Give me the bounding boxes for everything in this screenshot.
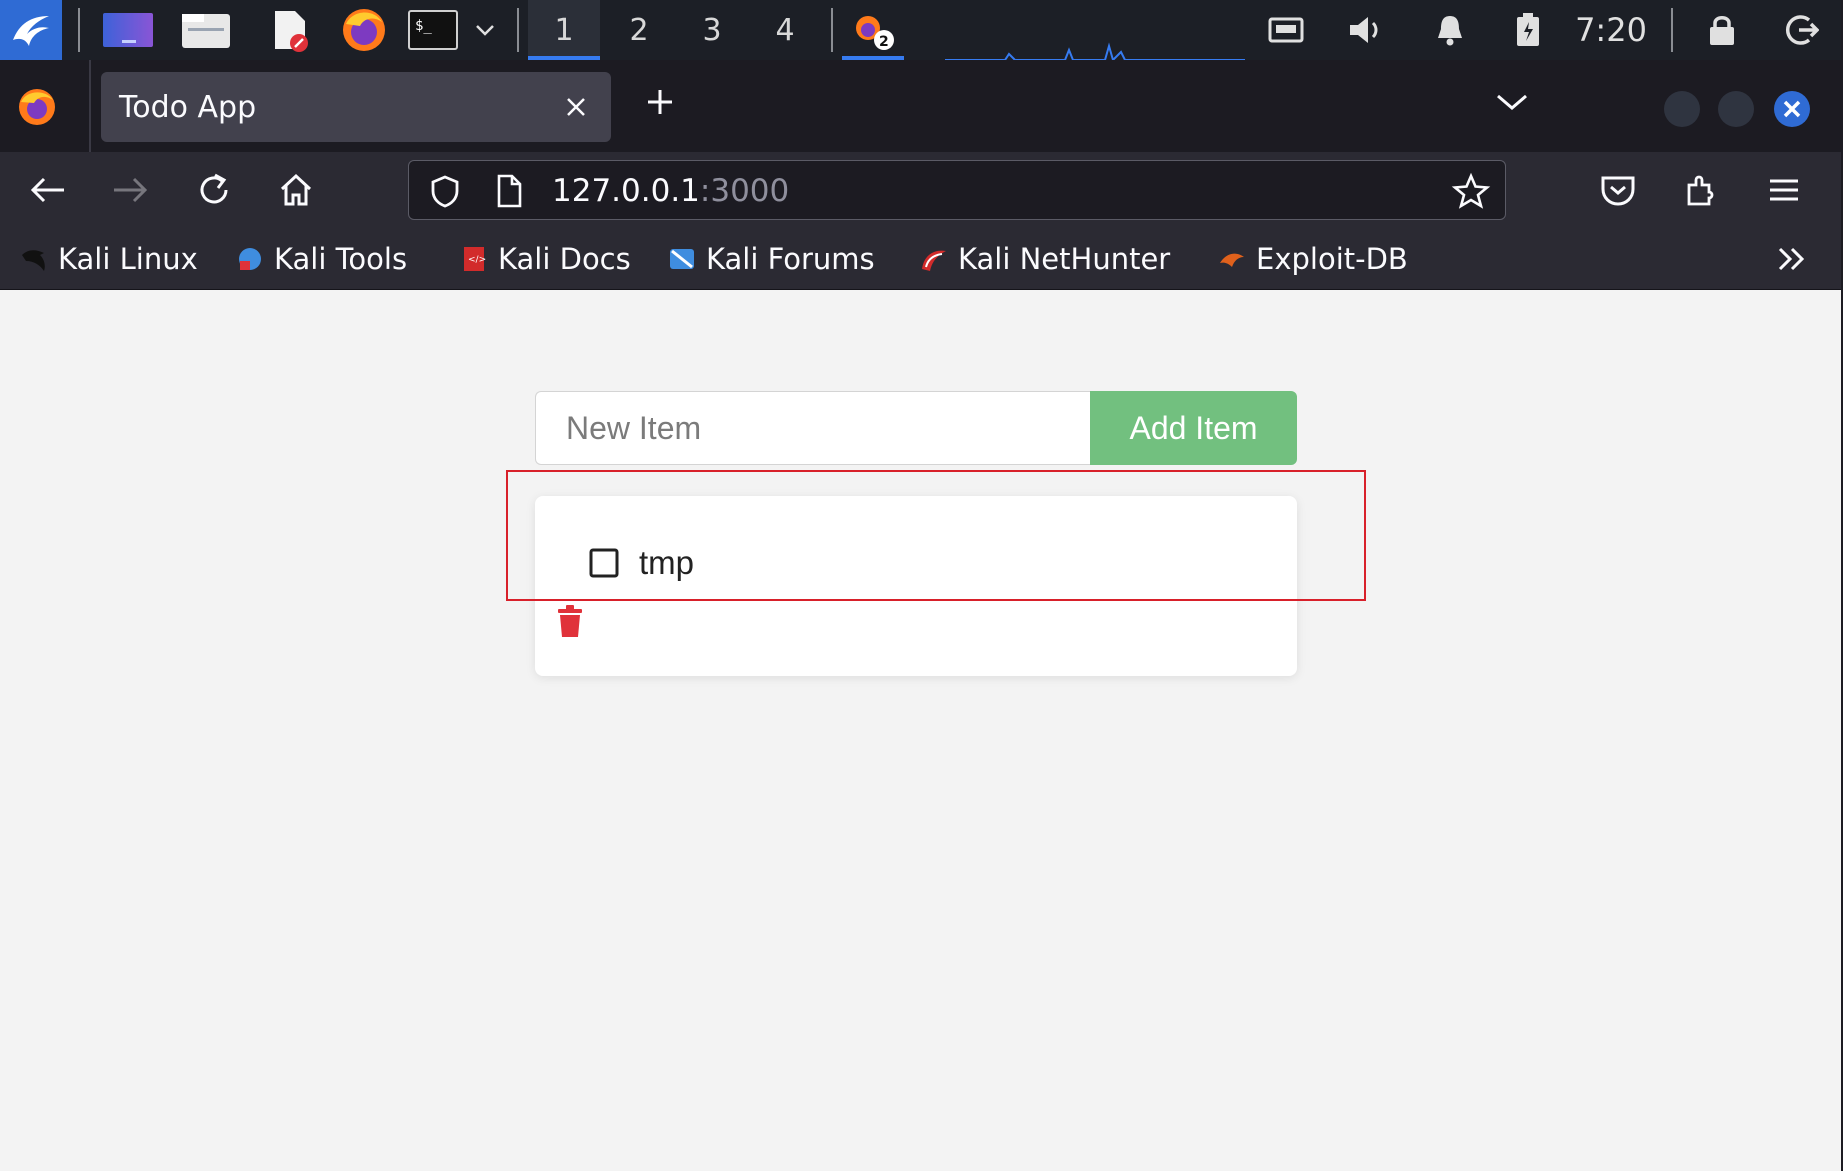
kali-tools-icon [239,248,261,270]
checkbox-unchecked-icon[interactable] [589,548,619,578]
tab-title: Todo App [119,89,257,125]
kali-dragon-icon [22,250,45,271]
bookmark-exploit-db[interactable]: Exploit-DB [1218,228,1408,290]
kali-docs-icon: </> [464,247,486,271]
back-button[interactable] [22,164,74,216]
kali-forums-icon [670,249,694,269]
todo-item-label: tmp [639,544,695,581]
logout-icon[interactable] [1780,0,1824,60]
pocket-button[interactable] [1592,164,1644,216]
bookmark-label: Kali Linux [58,242,198,276]
hamburger-icon [1770,179,1798,201]
workspace-label: 1 [554,12,574,48]
bookmark-label: Kali Tools [274,242,408,276]
plus-icon [648,90,672,114]
clock[interactable]: 7:20 [1574,0,1648,60]
workspace-label: 2 [629,12,649,48]
tab-todo-app[interactable]: Todo App [101,72,611,142]
url-text: 127.0.0.1:3000 [552,173,789,209]
battery-icon[interactable] [1506,0,1550,60]
lock-icon[interactable] [1700,0,1744,60]
network-icon[interactable] [1264,0,1308,60]
close-icon[interactable] [559,90,593,124]
page-content: Add Item tmp [0,290,1843,1171]
extensions-button[interactable] [1676,164,1728,216]
panel-separator [831,8,833,52]
tab-divider [89,60,91,152]
forward-button[interactable] [104,164,156,216]
url-bar[interactable]: 127.0.0.1:3000 [408,160,1506,220]
clock-text: 7:20 [1575,11,1647,49]
add-item-button[interactable]: Add Item [1090,391,1297,465]
maximize-button[interactable] [1718,91,1754,127]
reload-icon [200,173,228,204]
pocket-icon [1601,176,1635,206]
chevron-down-icon[interactable] [470,0,500,60]
kali-menu-icon[interactable] [0,0,62,60]
reload-button[interactable] [188,164,240,216]
volume-icon[interactable] [1344,0,1388,60]
desktop-icon[interactable] [100,0,156,60]
window-close-button[interactable] [1772,91,1814,127]
double-chevron-right-icon [1778,247,1805,271]
bell-icon[interactable] [1428,0,1472,60]
text-editor-icon[interactable] [262,0,318,60]
panel-separator [1671,8,1673,52]
kali-nethunter-icon [922,250,946,271]
bookmark-label: Kali Docs [498,242,631,276]
list-all-tabs-button[interactable] [1490,86,1534,120]
firefox-view-icon[interactable] [14,86,64,136]
svg-text:$_: $_ [415,18,432,34]
new-item-input[interactable] [535,391,1090,465]
bookmark-kali-nethunter[interactable]: Kali NetHunter [920,228,1170,290]
trash-icon[interactable] [555,604,585,638]
svg-text:</>: </> [468,255,486,265]
page-icon[interactable] [493,173,525,209]
minimize-button[interactable] [1664,91,1700,127]
svg-text:2: 2 [879,34,889,50]
bookmark-kali-docs[interactable]: </> Kali Docs [460,228,631,290]
workspace-label: 4 [775,12,795,48]
bookmarks-bar: Kali Linux Kali Tools </> Kali Docs Kali… [0,228,1843,290]
shield-icon[interactable] [427,173,463,209]
panel-separator [78,8,80,52]
bookmarks-overflow-button[interactable] [1774,228,1810,290]
workspace-3[interactable]: 3 [676,0,748,60]
menu-button[interactable] [1758,164,1810,216]
panel-separator [517,8,519,52]
close-icon [1774,91,1810,127]
bookmark-label: Exploit-DB [1256,242,1408,276]
tab-strip: Todo App [0,60,1843,152]
url-host: 127.0.0.1 [552,173,700,209]
todo-list: tmp [535,496,1297,676]
system-panel: $_ 1 2 3 4 2 7:20 [0,0,1843,60]
bookmark-label: Kali NetHunter [958,242,1171,276]
new-tab-button[interactable] [640,82,680,122]
active-window-icon[interactable]: 2 [842,0,904,60]
puzzle-icon [1687,175,1714,206]
bookmark-kali-forums[interactable]: Kali Forums [668,228,875,290]
terminal-icon[interactable]: $_ [406,0,460,60]
file-manager-icon[interactable] [178,0,234,60]
workspace-4[interactable]: 4 [749,0,821,60]
home-button[interactable] [270,164,322,216]
cpu-graph [945,0,1245,60]
firefox-icon[interactable] [336,0,392,60]
bookmark-kali-linux[interactable]: Kali Linux [20,228,198,290]
chevron-down-icon [1497,94,1527,110]
bookmark-kali-tools[interactable]: Kali Tools [236,228,407,290]
workspace-2[interactable]: 2 [603,0,675,60]
workspace-1[interactable]: 1 [528,0,600,60]
navigation-toolbar: 127.0.0.1:3000 [0,152,1843,228]
home-icon [280,173,312,206]
arrow-left-icon [30,177,64,203]
bookmark-label: Kali Forums [706,242,875,276]
workspace-label: 3 [702,12,722,48]
exploit-db-icon [1220,253,1244,267]
arrow-right-icon [114,177,148,203]
star-icon[interactable] [1451,172,1491,210]
url-port: :3000 [699,173,790,209]
